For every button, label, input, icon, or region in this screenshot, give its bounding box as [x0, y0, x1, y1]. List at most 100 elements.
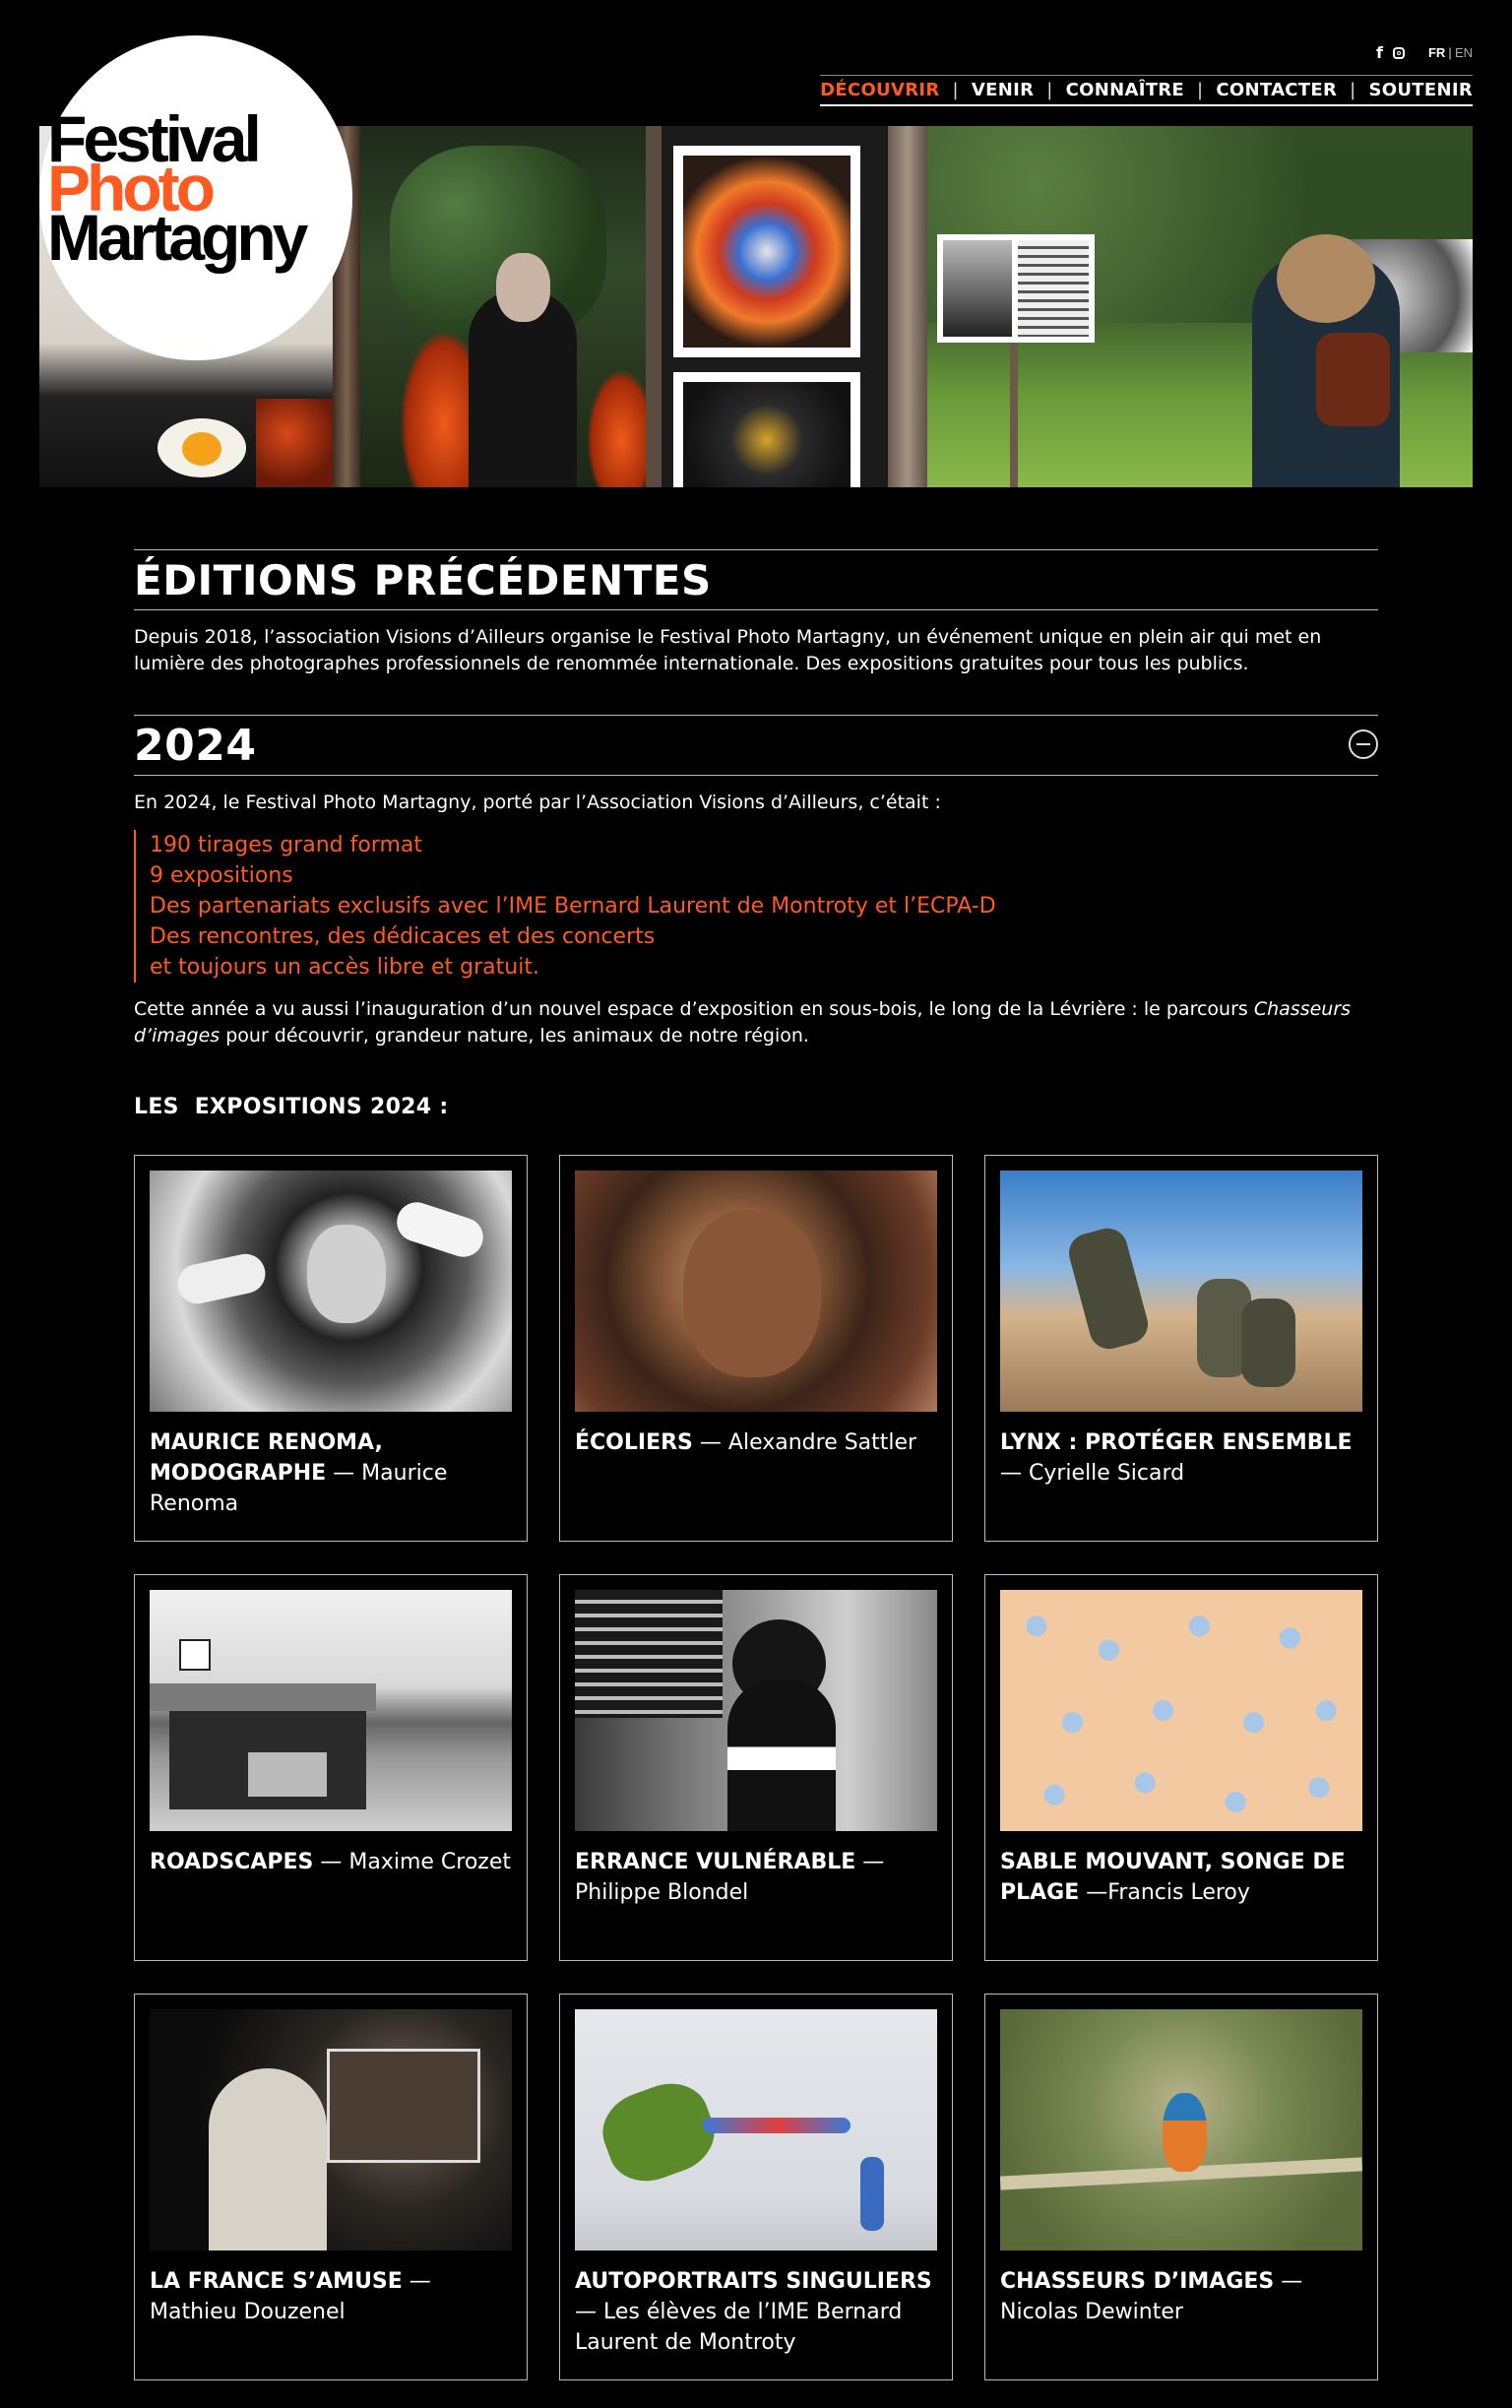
exhibition-author: Maxime Crozet — [348, 1850, 512, 1874]
hand-shape — [392, 1197, 488, 1262]
page-title-bar: ÉDITIONS PRÉCÉDENTES — [134, 549, 1378, 610]
nav-divider: | — [952, 80, 959, 100]
highlight-item: Des rencontres, des dédicaces et des con… — [150, 924, 656, 949]
exhibition-caption: LA FRANCE S’AMUSE — Mathieu Douzenel — [150, 2266, 512, 2327]
wooden-post — [888, 126, 927, 487]
exhibition-caption: MAURICE RENOMA, MODOGRAPHE — Maurice Ren… — [150, 1427, 512, 1519]
caption-separator: — — [692, 1430, 728, 1455]
exhibition-thumbnail — [575, 2009, 937, 2250]
highlight-item: Des partenariats exclusifs avec l’IME Be… — [150, 894, 996, 919]
pan-shape — [256, 399, 335, 487]
nav-divider: | — [1046, 80, 1053, 100]
exhibition-thumbnail — [1000, 1590, 1362, 1831]
exhibition-card[interactable]: AUTOPORTRAITS SINGULIERS — Les élèves de… — [559, 1994, 953, 2380]
print-image — [683, 156, 850, 348]
exhibition-thumbnail — [1000, 2009, 1362, 2250]
exhibition-title: ÉCOLIERS — [575, 1430, 693, 1455]
caption-separator: — — [326, 1461, 362, 1486]
exhibition-title: ROADSCAPES — [150, 1850, 314, 1874]
exhibition-card[interactable]: LYNX : PROTÉGER ENSEMBLE — Cyrielle Sica… — [984, 1155, 1378, 1542]
collapse-icon[interactable] — [1349, 729, 1378, 759]
main-nav: DÉCOUVRIR | VENIR | CONNAÎTRE | CONTACTE… — [820, 75, 1473, 106]
facebook-icon[interactable]: f — [1376, 43, 1383, 62]
hero-panel-park-visitor — [927, 126, 1473, 487]
yolk-shape — [182, 432, 221, 466]
exhibition-title: ERRANCE VULNÉRABLE — [575, 1850, 856, 1874]
nav-venir[interactable]: VENIR — [972, 80, 1034, 100]
logo-wordmark: Festival Photo Martagny — [47, 106, 308, 270]
exhibition-card[interactable]: LA FRANCE S’AMUSE — Mathieu Douzenel — [134, 1994, 528, 2380]
exhibition-thumbnail — [575, 1171, 937, 1412]
parasols-pattern — [1000, 1590, 1362, 1831]
exhibition-card[interactable]: SABLE MOUVANT, SONGE DE PLAGE —Francis L… — [984, 1574, 1378, 1961]
beam-shape — [703, 2118, 850, 2133]
soldier-shape — [1241, 1299, 1295, 1387]
caption-separator: — — [402, 2269, 431, 2294]
exhibitions-heading: LES EXPOSITIONS 2024 : — [134, 1095, 449, 1119]
exhibition-author: Francis Leroy — [1107, 1880, 1250, 1905]
face-shape — [307, 1225, 386, 1323]
exhibition-card[interactable]: ERRANCE VULNÉRABLE — Philippe Blondel — [559, 1574, 953, 1961]
nav-connaitre[interactable]: CONNAÎTRE — [1066, 80, 1184, 100]
year-accordion-header[interactable]: 2024 — [134, 715, 1378, 776]
highlight-item: 190 tirages grand format — [150, 833, 422, 857]
nav-divider: | — [1350, 80, 1356, 100]
exhibition-author: Cyrielle Sicard — [1029, 1461, 1185, 1486]
soldier-shape — [1064, 1224, 1153, 1354]
exhibitions-grid: MAURICE RENOMA, MODOGRAPHE — Maurice Ren… — [134, 1155, 1378, 2380]
sign-photo — [943, 240, 1012, 337]
man-head — [496, 253, 550, 322]
exhibition-caption: SABLE MOUVANT, SONGE DE PLAGE —Francis L… — [1000, 1847, 1362, 1908]
festival-logo[interactable]: Festival Photo Martagny — [39, 35, 352, 360]
exhibition-caption: ÉCOLIERS — Alexandre Sattler — [575, 1427, 937, 1458]
exhibition-author: Alexandre Sattler — [727, 1430, 917, 1455]
exhibition-card[interactable]: CHASSEURS D’IMAGES — Nicolas Dewinter — [984, 1994, 1378, 2380]
main-content: ÉDITIONS PRÉCÉDENTES Depuis 2018, l’asso… — [134, 549, 1378, 1119]
highlight-item: 9 expositions — [150, 863, 293, 888]
exhibition-thumbnail — [150, 1590, 512, 1831]
mirror-shape — [327, 2049, 480, 2163]
exhibition-caption: ROADSCAPES — Maxime Crozet — [150, 1847, 512, 1877]
nav-contacter[interactable]: CONTACTER — [1216, 80, 1337, 100]
exhibition-card[interactable]: ÉCOLIERS — Alexandre Sattler — [559, 1155, 953, 1542]
exhibition-author: Nicolas Dewinter — [1000, 2300, 1183, 2324]
framed-print — [673, 146, 860, 357]
exhibition-title: LA FRANCE S’AMUSE — [150, 2269, 403, 2294]
shutter-shape — [575, 1590, 723, 1718]
face-shape — [683, 1210, 821, 1377]
lang-fr[interactable]: FR — [1428, 45, 1445, 60]
hero-panel-framed-prints — [662, 126, 888, 487]
caption-separator: — — [313, 1850, 349, 1874]
nav-decouvrir[interactable]: DÉCOUVRIR — [820, 80, 939, 100]
basketball-hoop-shape — [179, 1639, 211, 1671]
nav-soutenir[interactable]: SOUTENIR — [1369, 80, 1473, 100]
framed-print — [673, 372, 860, 487]
paragraph-text: Cette année a vu aussi l’inauguration d’… — [134, 998, 1254, 1020]
exhibition-thumbnail — [150, 2009, 512, 2250]
exhibition-thumbnail — [150, 1171, 512, 1412]
lang-en[interactable]: EN — [1455, 45, 1473, 60]
caption-separator: — — [855, 1850, 885, 1874]
caption-separator: — — [575, 2300, 603, 2324]
figure-shape — [209, 2068, 327, 2250]
highlight-item: et toujours un accès libre et gratuit. — [150, 955, 539, 980]
exhibition-thumbnail — [1000, 1171, 1362, 1412]
hand-shape — [173, 1250, 270, 1307]
paragraph-text: pour découvrir, grandeur nature, les ani… — [220, 1025, 809, 1046]
caption-separator: — — [1000, 1461, 1029, 1486]
exhibition-caption: CHASSEURS D’IMAGES — Nicolas Dewinter — [1000, 2266, 1362, 2327]
exhibition-author: Philippe Blondel — [575, 1880, 749, 1905]
green-figure-shape — [592, 2071, 725, 2193]
edition-lead: En 2024, le Festival Photo Martagny, por… — [134, 792, 941, 813]
exhibition-caption: AUTOPORTRAITS SINGULIERS — Les élèves de… — [575, 2266, 937, 2358]
roof-shape — [150, 1683, 376, 1711]
truck-shape — [248, 1752, 327, 1797]
exhibition-title: CHASSEURS D’IMAGES — [1000, 2269, 1275, 2294]
print-image — [683, 382, 850, 487]
instagram-icon[interactable] — [1392, 46, 1405, 59]
highlights-list: 190 tirages grand format 9 expositions D… — [134, 830, 1378, 982]
sign-pole — [1010, 343, 1018, 487]
exhibition-card[interactable]: ROADSCAPES — Maxime Crozet — [134, 1574, 528, 1961]
exhibition-card[interactable]: MAURICE RENOMA, MODOGRAPHE — Maurice Ren… — [134, 1155, 528, 1542]
backpack-shape — [1316, 333, 1390, 426]
